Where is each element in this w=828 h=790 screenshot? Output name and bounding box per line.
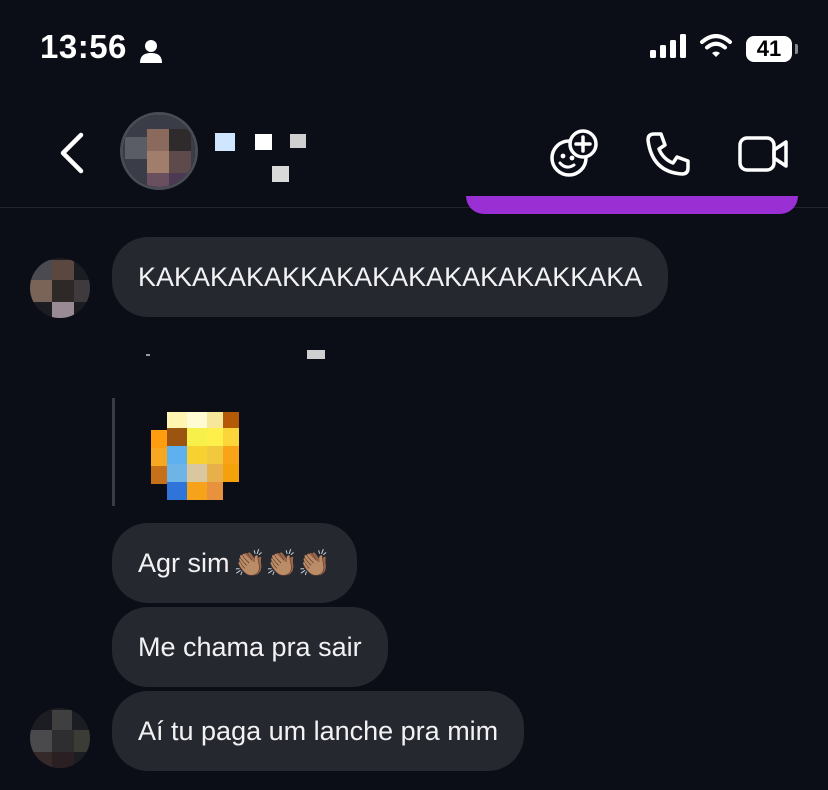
face-plus-icon bbox=[550, 129, 598, 177]
message-text: Aí tu paga um lanche pra mim bbox=[138, 715, 499, 746]
message-text: KAKAKAKAKKAKAKAKAKAKAKAKKAKA bbox=[138, 261, 643, 292]
message-text: Agr sim bbox=[138, 547, 230, 578]
clapping-hands-emoji: 👏🏽👏🏽👏🏽 bbox=[233, 547, 331, 578]
message-bubble[interactable]: Agr sim 👏🏽👏🏽👏🏽 bbox=[112, 523, 357, 603]
message-bubble[interactable]: Aí tu paga um lanche pra mim bbox=[112, 691, 525, 771]
signal-icon bbox=[650, 34, 686, 63]
phone-icon bbox=[646, 132, 690, 176]
message-text: Me chama pra sair bbox=[138, 631, 362, 662]
message-bubble[interactable]: KAKAKAKAKKAKAKAKAKAKAKAKKAKA bbox=[112, 237, 669, 317]
video-call-button[interactable] bbox=[738, 128, 790, 180]
person-icon bbox=[139, 34, 163, 63]
sticker-call-button[interactable] bbox=[548, 128, 600, 180]
audio-call-button[interactable] bbox=[642, 128, 694, 180]
status-time: 13:56 bbox=[40, 28, 163, 66]
chevron-left-icon bbox=[60, 132, 84, 174]
chat-header bbox=[0, 100, 828, 208]
sent-message-bubble[interactable] bbox=[466, 196, 798, 214]
image-message[interactable] bbox=[112, 398, 255, 506]
message-bubble[interactable]: Me chama pra sair bbox=[112, 607, 388, 687]
clock-text: 13:56 bbox=[40, 28, 127, 65]
reply-label bbox=[140, 346, 340, 362]
wifi-icon bbox=[700, 34, 732, 63]
battery-indicator: 41 bbox=[746, 35, 798, 62]
video-camera-icon bbox=[738, 136, 788, 172]
contact-name[interactable] bbox=[215, 130, 315, 190]
sender-avatar[interactable] bbox=[30, 258, 90, 318]
back-button[interactable] bbox=[54, 130, 90, 176]
contact-avatar[interactable] bbox=[120, 112, 198, 190]
sender-avatar[interactable] bbox=[30, 708, 90, 768]
status-indicators: 41 bbox=[650, 34, 798, 63]
chat-screen: 13:56 41 KAKAKAKAKKAKAKAKAKAKAKAKKAKA Ag… bbox=[0, 0, 828, 790]
